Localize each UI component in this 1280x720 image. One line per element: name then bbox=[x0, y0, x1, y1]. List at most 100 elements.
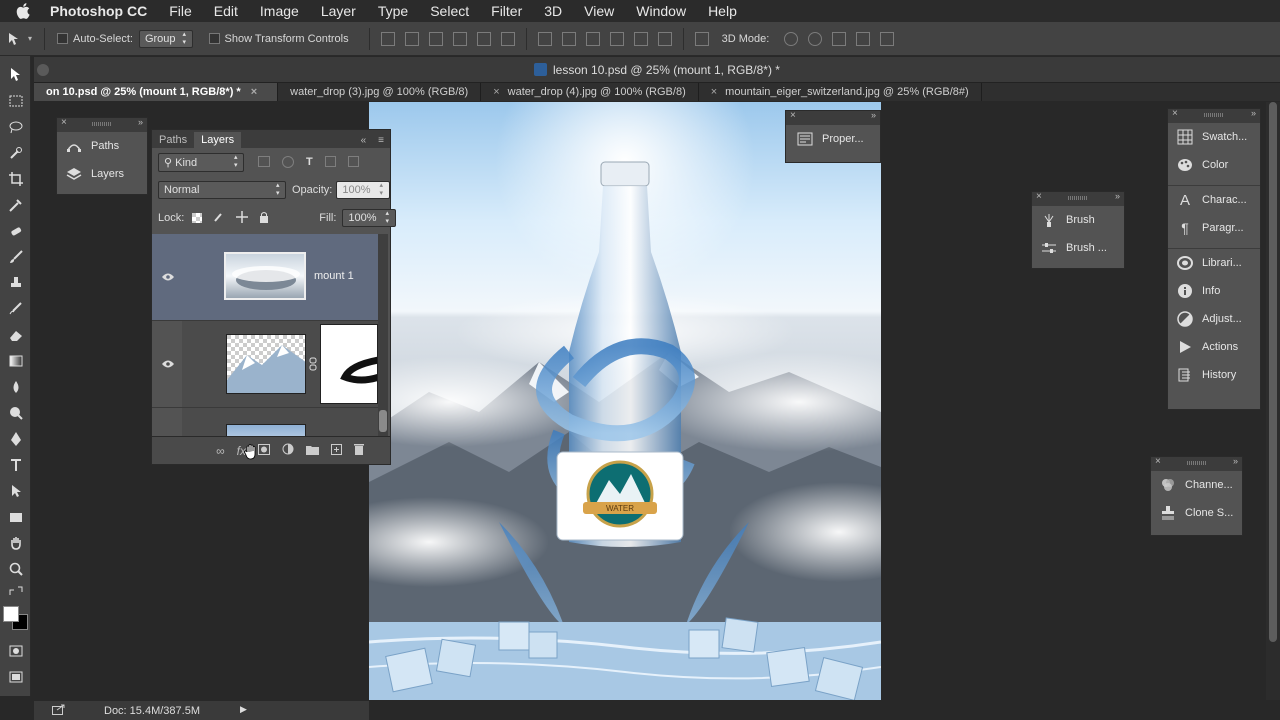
path-selection-tool-icon[interactable] bbox=[0, 478, 31, 504]
distribute-top-icon[interactable] bbox=[537, 31, 552, 46]
dodge-tool-icon[interactable] bbox=[0, 400, 31, 426]
blend-mode-dropdown[interactable]: Normal bbox=[158, 181, 286, 199]
window-close-button[interactable] bbox=[37, 64, 49, 76]
apple-icon[interactable] bbox=[14, 1, 34, 21]
app-name[interactable]: Photoshop CC bbox=[50, 3, 147, 19]
align-top-icon[interactable] bbox=[380, 31, 395, 46]
lock-all-icon[interactable] bbox=[259, 211, 269, 226]
layer-name[interactable]: mount 1 bbox=[314, 270, 354, 282]
eraser-tool-icon[interactable] bbox=[0, 322, 31, 348]
scrollbar-thumb[interactable] bbox=[1269, 102, 1277, 642]
expand-icon[interactable]: » bbox=[871, 110, 876, 120]
auto-select-dropdown[interactable]: Group bbox=[138, 29, 193, 48]
dock-item-color[interactable]: Color bbox=[1168, 151, 1260, 179]
layer-mask-thumbnail[interactable] bbox=[320, 324, 378, 404]
gradient-tool-icon[interactable] bbox=[0, 348, 31, 374]
layer-row-mount-1[interactable]: mount 1 bbox=[152, 234, 378, 321]
menu-view[interactable]: View bbox=[584, 3, 614, 19]
menu-edit[interactable]: Edit bbox=[214, 3, 238, 19]
filter-pixel-icon[interactable] bbox=[258, 156, 270, 167]
layer-list-scrollbar[interactable] bbox=[378, 234, 388, 438]
close-icon[interactable]: × bbox=[790, 110, 796, 121]
menu-help[interactable]: Help bbox=[708, 3, 737, 19]
new-layer-icon[interactable] bbox=[331, 443, 342, 458]
tab-lesson-10[interactable]: on 10.psd @ 25% (mount 1, RGB/8*) * × bbox=[34, 83, 279, 101]
eyedropper-tool-icon[interactable] bbox=[0, 192, 31, 218]
brush-tool-icon[interactable] bbox=[0, 244, 31, 270]
foreground-color-swatch[interactable] bbox=[3, 606, 19, 622]
close-icon[interactable]: × bbox=[1155, 456, 1161, 467]
lock-position-icon[interactable] bbox=[236, 210, 249, 226]
drag-grip[interactable] bbox=[92, 122, 112, 126]
status-menu-arrow-icon[interactable]: ▶ bbox=[240, 704, 247, 715]
tab-water-drop-4[interactable]: × water_drop (4).jpg @ 100% (RGB/8) bbox=[481, 83, 699, 101]
align-hcenter-icon[interactable] bbox=[476, 31, 491, 46]
menu-filter[interactable]: Filter bbox=[491, 3, 522, 19]
swap-colors-icon[interactable] bbox=[0, 582, 31, 604]
align-vcenter-icon[interactable] bbox=[404, 31, 419, 46]
drag-grip[interactable] bbox=[1068, 196, 1088, 200]
zoom-tool-icon[interactable] bbox=[0, 556, 31, 582]
dock-item-properties[interactable]: Proper... bbox=[786, 125, 880, 153]
clone-stamp-tool-icon[interactable] bbox=[0, 270, 31, 296]
fill-field[interactable]: 100% bbox=[342, 209, 396, 227]
eye-icon[interactable] bbox=[162, 359, 174, 368]
preset-chevron-icon[interactable]: ▾ bbox=[28, 34, 32, 43]
tab-water-drop-3[interactable]: water_drop (3).jpg @ 100% (RGB/8) bbox=[278, 83, 482, 101]
menu-type[interactable]: Type bbox=[378, 3, 408, 19]
3d-rotate-icon[interactable] bbox=[784, 31, 799, 46]
auto-align-icon[interactable] bbox=[694, 31, 709, 46]
add-mask-icon[interactable] bbox=[258, 443, 270, 458]
dock-item-history[interactable]: History bbox=[1168, 361, 1260, 389]
dock-item-info[interactable]: Info bbox=[1168, 277, 1260, 305]
panel-menu-icon[interactable]: ≡ bbox=[372, 133, 390, 148]
close-icon[interactable]: × bbox=[1172, 108, 1178, 119]
menu-file[interactable]: File bbox=[169, 3, 192, 19]
adjustment-layer-icon[interactable] bbox=[282, 443, 294, 458]
3d-drag-icon[interactable] bbox=[832, 31, 847, 46]
collapse-icon[interactable]: « bbox=[355, 133, 373, 148]
expand-icon[interactable]: » bbox=[1115, 191, 1120, 201]
export-icon[interactable] bbox=[52, 704, 65, 718]
marquee-tool-icon[interactable] bbox=[0, 88, 31, 114]
3d-roll-icon[interactable] bbox=[808, 31, 823, 46]
lock-transparent-icon[interactable] bbox=[192, 213, 203, 223]
drag-grip[interactable] bbox=[1204, 113, 1224, 117]
align-bottom-icon[interactable] bbox=[428, 31, 443, 46]
dock-item-adjustments[interactable]: Adjust... bbox=[1168, 305, 1260, 333]
distribute-left-icon[interactable] bbox=[609, 31, 624, 46]
menu-3d[interactable]: 3D bbox=[544, 3, 562, 19]
layer-row-partial[interactable] bbox=[152, 408, 378, 438]
tab-paths[interactable]: Paths bbox=[152, 132, 194, 148]
auto-select-checkbox[interactable] bbox=[57, 33, 69, 44]
tab-layers[interactable]: Layers bbox=[194, 132, 242, 148]
distribute-hcenter-icon[interactable] bbox=[633, 31, 648, 46]
3d-slide-icon[interactable] bbox=[856, 31, 871, 46]
close-icon[interactable]: × bbox=[493, 86, 499, 98]
quick-select-tool-icon[interactable] bbox=[0, 140, 31, 166]
link-layers-icon[interactable]: ∞ bbox=[216, 444, 225, 458]
mask-link-icon[interactable] bbox=[309, 357, 317, 374]
dock-item-actions[interactable]: Actions bbox=[1168, 333, 1260, 361]
crop-tool-icon[interactable] bbox=[0, 166, 31, 192]
menu-window[interactable]: Window bbox=[636, 3, 686, 19]
lasso-tool-icon[interactable] bbox=[0, 114, 31, 140]
close-icon[interactable]: × bbox=[1036, 191, 1042, 202]
menu-image[interactable]: Image bbox=[260, 3, 299, 19]
filter-kind-dropdown[interactable]: ⚲ Kind bbox=[158, 152, 244, 172]
move-tool-preset-icon[interactable] bbox=[6, 30, 28, 48]
filter-type-icon[interactable]: T bbox=[306, 156, 313, 168]
scrollbar-thumb[interactable] bbox=[379, 410, 387, 432]
hand-tool-icon[interactable] bbox=[0, 530, 31, 556]
layer-row-masked[interactable] bbox=[152, 321, 378, 408]
filter-shape-icon[interactable] bbox=[324, 156, 336, 167]
close-icon[interactable]: × bbox=[61, 117, 67, 128]
history-brush-tool-icon[interactable] bbox=[0, 296, 31, 322]
align-left-icon[interactable] bbox=[452, 31, 467, 46]
dock-item-paragraph[interactable]: ¶ Paragr... bbox=[1168, 214, 1260, 242]
expand-icon[interactable]: » bbox=[1251, 108, 1256, 118]
dock-item-character[interactable]: A Charac... bbox=[1168, 186, 1260, 214]
dock-item-layers[interactable]: Layers bbox=[57, 160, 147, 188]
menu-select[interactable]: Select bbox=[430, 3, 469, 19]
color-swatches[interactable] bbox=[0, 604, 30, 638]
